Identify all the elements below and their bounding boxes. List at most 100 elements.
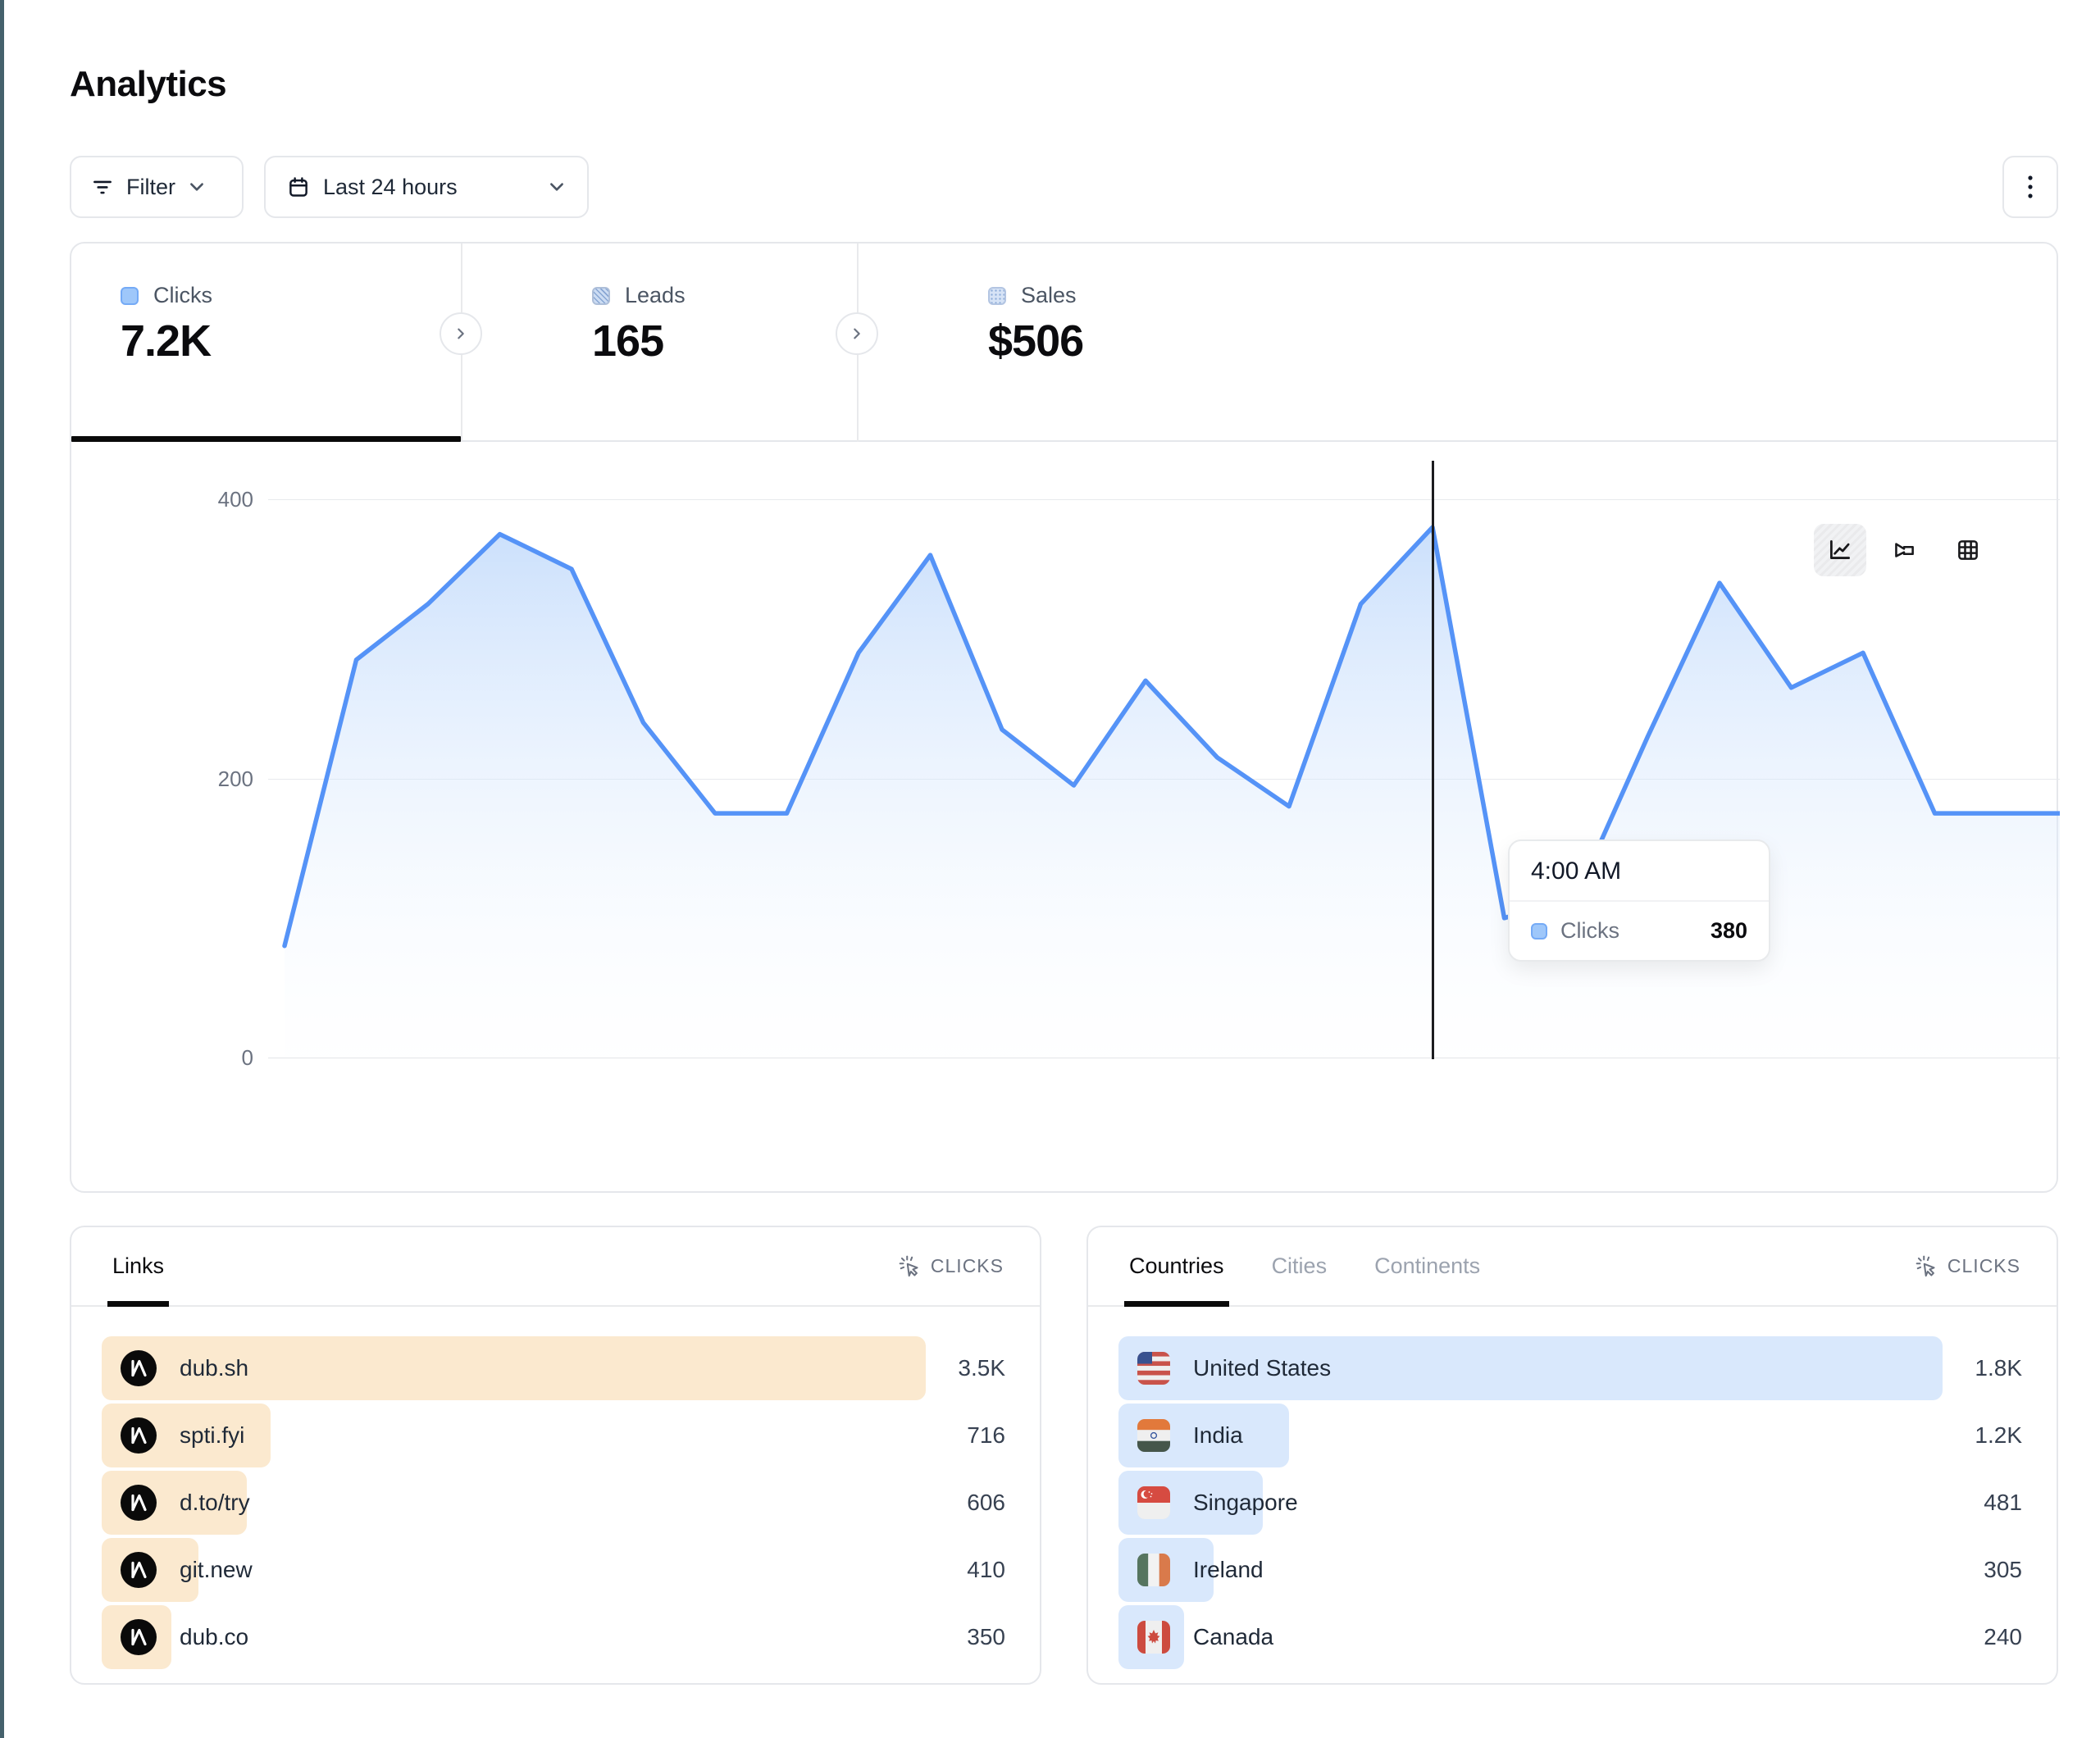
clicks-tab-label: Clicks	[153, 283, 212, 308]
sales-tab-label: Sales	[1021, 283, 1077, 308]
countries-tab-label: Countries	[1129, 1253, 1224, 1279]
ca-flag-icon	[1137, 1621, 1170, 1654]
tab-countries[interactable]: Countries	[1129, 1227, 1224, 1305]
list-item[interactable]: dub.co 350	[102, 1605, 1005, 1669]
y-axis-label: 0	[171, 1045, 253, 1071]
y-axis-label: 200	[171, 767, 253, 792]
filter-label: Filter	[126, 175, 175, 200]
row-value: 240	[1984, 1605, 2022, 1669]
list-item[interactable]: United States 1.8K	[1118, 1336, 2022, 1400]
tab-cities[interactable]: Cities	[1272, 1227, 1328, 1305]
list-item[interactable]: Ireland 305	[1118, 1538, 2022, 1602]
expand-sales-button[interactable]	[836, 312, 878, 355]
clicks-value: 7.2K	[121, 316, 211, 366]
page-title: Analytics	[70, 64, 226, 105]
row-value: 1.8K	[1975, 1336, 2022, 1400]
list-item[interactable]: d.to/try 606	[102, 1471, 1005, 1535]
list-item[interactable]: India 1.2K	[1118, 1404, 2022, 1467]
tooltip-time: 4:00 AM	[1510, 841, 1769, 902]
row-label: United States	[1193, 1355, 1331, 1381]
dub-logo-icon	[121, 1485, 157, 1521]
row-value: 305	[1984, 1538, 2022, 1602]
countries-metric[interactable]: CLICKS	[1915, 1254, 2020, 1279]
clicks-chart[interactable]: 0200400 4:00 PM8:00 PM12:00 AM4:00 AM8:0…	[198, 461, 2060, 1059]
area-chart-svg	[268, 461, 2060, 1059]
links-metric[interactable]: CLICKS	[898, 1254, 1004, 1279]
calendar-icon	[287, 175, 310, 198]
y-axis-label: 400	[171, 487, 253, 512]
links-tab-label: Links	[112, 1253, 164, 1279]
row-value: 716	[967, 1404, 1005, 1467]
cursor-rays-icon	[898, 1254, 922, 1279]
tab-continents[interactable]: Continents	[1374, 1227, 1480, 1305]
leads-value: 165	[592, 316, 663, 366]
row-label: spti.fyi	[180, 1422, 244, 1449]
date-range-button[interactable]: Last 24 hours	[264, 156, 589, 218]
filter-icon	[91, 175, 114, 198]
links-panel: Links CLICKS dub.sh 3.5K spti.fyi 716	[70, 1226, 1041, 1685]
dub-logo-icon	[121, 1619, 157, 1655]
links-metric-label: CLICKS	[931, 1255, 1004, 1277]
kebab-menu-icon	[2020, 173, 2041, 201]
row-value: 1.2K	[1975, 1404, 2022, 1467]
row-label: India	[1193, 1422, 1243, 1449]
row-label: Singapore	[1193, 1490, 1298, 1516]
sales-legend-chip	[988, 287, 1006, 305]
chevron-right-icon	[453, 326, 468, 341]
clicks-legend-chip	[121, 287, 139, 305]
tab-leads[interactable]: Leads 165	[592, 243, 863, 442]
crosshair-line	[1432, 461, 1434, 1059]
stats-row: Clicks 7.2K Leads 165	[71, 243, 2057, 442]
row-value: 606	[967, 1471, 1005, 1535]
chevron-down-icon	[548, 178, 566, 196]
sales-value: $506	[988, 316, 1083, 366]
left-edge-strip	[0, 0, 4, 1738]
row-label: Canada	[1193, 1624, 1273, 1650]
dub-logo-icon	[121, 1552, 157, 1588]
ie-flag-icon	[1137, 1554, 1170, 1586]
list-item[interactable]: spti.fyi 716	[102, 1404, 1005, 1467]
us-flag-icon	[1137, 1352, 1170, 1385]
date-range-label: Last 24 hours	[323, 175, 458, 200]
list-item[interactable]: git.new 410	[102, 1538, 1005, 1602]
tooltip-value: 380	[1711, 918, 1747, 944]
dub-logo-icon	[121, 1350, 157, 1386]
chevron-down-icon	[188, 178, 206, 196]
tooltip-legend-chip	[1531, 923, 1547, 940]
tab-sales[interactable]: Sales $506	[988, 243, 1259, 442]
cities-tab-label: Cities	[1272, 1253, 1328, 1279]
analytics-card: Clicks 7.2K Leads 165	[70, 242, 2058, 1193]
leads-tab-label: Leads	[625, 283, 686, 308]
row-value: 481	[1984, 1471, 2022, 1535]
tab-links[interactable]: Links	[112, 1227, 164, 1305]
row-value: 3.5K	[958, 1336, 1005, 1400]
expand-leads-button[interactable]	[440, 312, 482, 355]
list-item[interactable]: Canada 240	[1118, 1605, 2022, 1669]
row-label: git.new	[180, 1557, 253, 1583]
list-item[interactable]: dub.sh 3.5K	[102, 1336, 1005, 1400]
continents-tab-label: Continents	[1374, 1253, 1480, 1279]
leads-legend-chip	[592, 287, 610, 305]
row-label: d.to/try	[180, 1490, 250, 1516]
countries-metric-label: CLICKS	[1947, 1255, 2020, 1277]
chart-tooltip: 4:00 AM Clicks 380	[1508, 839, 1770, 962]
sg-flag-icon	[1137, 1486, 1170, 1519]
list-item[interactable]: Singapore 481	[1118, 1471, 2022, 1535]
area-fill	[285, 527, 2060, 1058]
filter-button[interactable]: Filter	[70, 156, 244, 218]
row-label: dub.co	[180, 1624, 248, 1650]
cursor-rays-icon	[1915, 1254, 1939, 1279]
tooltip-series-label: Clicks	[1560, 918, 1619, 944]
chevron-right-icon	[850, 326, 864, 341]
tab-clicks[interactable]: Clicks 7.2K	[121, 243, 449, 442]
row-label: dub.sh	[180, 1355, 248, 1381]
analytics-page: Analytics Filter Last 24 hours	[0, 0, 2100, 1738]
row-value: 410	[967, 1538, 1005, 1602]
dub-logo-icon	[121, 1417, 157, 1454]
active-tab-underline	[71, 436, 461, 442]
row-value: 350	[967, 1605, 1005, 1669]
in-flag-icon	[1137, 1419, 1170, 1452]
countries-panel: Countries Cities Continents CLICKS	[1086, 1226, 2058, 1685]
row-label: Ireland	[1193, 1557, 1264, 1583]
more-options-button[interactable]	[2002, 156, 2058, 218]
